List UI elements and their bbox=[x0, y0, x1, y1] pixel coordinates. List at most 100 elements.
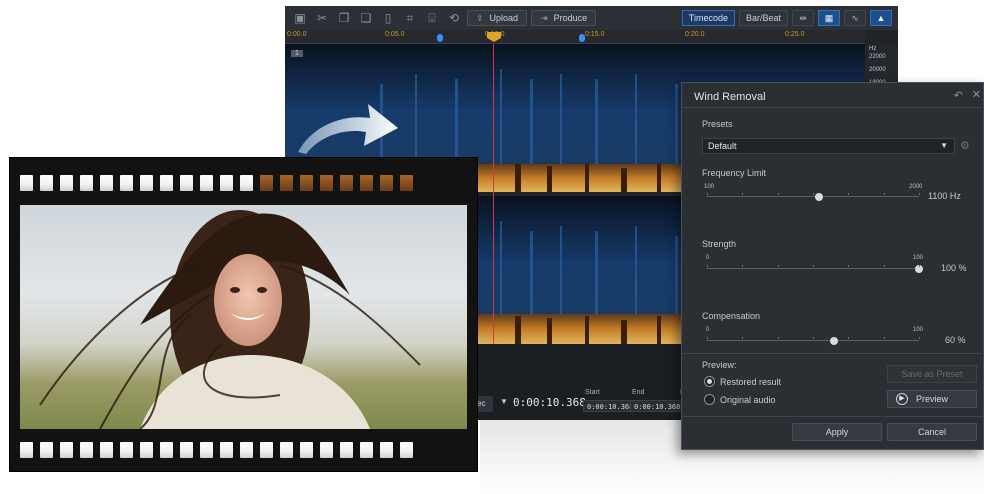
slider-tick bbox=[742, 193, 743, 195]
gear-icon[interactable]: ⚙ bbox=[960, 139, 970, 152]
cancel-button[interactable]: Cancel bbox=[887, 423, 977, 441]
slider-tick bbox=[778, 193, 779, 195]
tab-timecode[interactable]: Timecode bbox=[681, 10, 735, 26]
strength-label: Strength bbox=[702, 239, 737, 249]
presets-dropdown[interactable]: Default ▼ bbox=[702, 138, 955, 154]
library-icon[interactable]: ▣ bbox=[291, 10, 309, 26]
presets-label: Presets bbox=[702, 119, 733, 129]
time-ruler[interactable]: 0:00.0 0:05.0 0:10.0 0:15.0 0:20.0 0:25.… bbox=[285, 30, 865, 44]
slider-tick bbox=[848, 193, 849, 195]
slider-tick bbox=[742, 337, 743, 339]
crop-icon[interactable]: ⌗ bbox=[401, 10, 419, 26]
slider-tick bbox=[919, 265, 920, 267]
film-sprocket-row bbox=[20, 442, 470, 458]
grid-icon[interactable]: ▦ bbox=[818, 10, 840, 26]
upload-button[interactable]: ⇪ Upload bbox=[467, 10, 528, 26]
produce-icon: ⇥ bbox=[540, 13, 548, 23]
dialog-title: Wind Removal bbox=[694, 91, 766, 103]
photo-woman-windy-hair bbox=[20, 205, 467, 429]
frequency-limit-value: 1100 Hz bbox=[928, 191, 961, 201]
slider-tick bbox=[919, 337, 920, 339]
ruler-tick: 0:25.0 bbox=[785, 31, 805, 38]
save-as-preset-button[interactable]: Save as Preset bbox=[887, 365, 977, 383]
ruler-tick: 0:15.0 bbox=[585, 31, 605, 38]
slider-tick bbox=[884, 337, 885, 339]
end-label: End bbox=[632, 389, 645, 396]
upload-label: Upload bbox=[489, 13, 519, 23]
editor-toolbar: ▣ ✂ ❐ ❏ ▯ ⌗ ⍗ ⟲ ⇪ Upload ⇥ Produce Timecod… bbox=[285, 6, 898, 30]
slider-min-label: 0 bbox=[706, 327, 710, 333]
slider-tick bbox=[919, 193, 920, 195]
ruler-tick: 0:05.0 bbox=[385, 31, 405, 38]
tab-bar-beat[interactable]: Bar/Beat bbox=[738, 10, 788, 26]
film-strip bbox=[10, 158, 477, 471]
delete-icon[interactable]: ▯ bbox=[379, 10, 397, 26]
slider-tick bbox=[778, 265, 779, 267]
slider-max-label: 100 bbox=[913, 255, 924, 261]
restored-result-radio[interactable] bbox=[704, 376, 715, 387]
frequency-limit-slider[interactable] bbox=[707, 190, 920, 204]
apply-button[interactable]: Apply bbox=[792, 423, 882, 441]
restored-result-label[interactable]: Restored result bbox=[720, 377, 781, 387]
dialog-divider bbox=[682, 416, 984, 417]
marker-pin[interactable] bbox=[579, 34, 585, 42]
slider-tick bbox=[707, 337, 708, 339]
playhead-line[interactable] bbox=[493, 44, 494, 344]
slider-tick bbox=[884, 265, 885, 267]
marker-pin[interactable] bbox=[437, 34, 443, 42]
slider-thumb[interactable] bbox=[815, 193, 823, 201]
slider-thumb[interactable] bbox=[830, 337, 838, 345]
start-label: Start bbox=[585, 389, 600, 396]
slider-tick bbox=[884, 193, 885, 195]
film-sprocket-row bbox=[20, 175, 470, 191]
hz-unit: Hz bbox=[869, 46, 877, 52]
photo-image bbox=[39, 210, 421, 429]
slider-tick bbox=[813, 337, 814, 339]
slider-tick bbox=[848, 337, 849, 339]
slider-min-label: 0 bbox=[706, 255, 710, 261]
slider-tick bbox=[848, 265, 849, 267]
spectrum-icon[interactable]: ▲ bbox=[870, 10, 892, 26]
current-timecode: 0:00:10.368 bbox=[513, 396, 586, 409]
original-audio-radio[interactable] bbox=[704, 394, 715, 405]
mark-icon[interactable]: ⍗ bbox=[423, 10, 441, 26]
preview-button-label: Preview bbox=[915, 394, 948, 404]
curved-arrow-icon bbox=[298, 104, 398, 154]
produce-label: Produce bbox=[553, 13, 588, 23]
close-icon[interactable]: ✕ bbox=[972, 88, 981, 101]
paste-icon[interactable]: ❏ bbox=[357, 10, 375, 26]
slider-tick bbox=[813, 265, 814, 267]
playhead-handle[interactable] bbox=[487, 32, 501, 42]
play-icon: ▶ bbox=[896, 393, 908, 405]
original-audio-label[interactable]: Original audio bbox=[720, 395, 776, 405]
hz-label: 22000 bbox=[869, 54, 886, 60]
end-time-field[interactable]: 0:00:10.368 bbox=[630, 400, 685, 412]
dialog-divider bbox=[682, 107, 984, 108]
produce-button[interactable]: ⇥ Produce bbox=[531, 10, 597, 26]
copy-icon[interactable]: ❐ bbox=[335, 10, 353, 26]
preview-label: Preview: bbox=[702, 360, 737, 370]
slider-tick bbox=[742, 265, 743, 267]
dialog-divider bbox=[682, 353, 984, 354]
waveform-icon[interactable]: ∿ bbox=[844, 10, 866, 26]
slider-tick bbox=[778, 337, 779, 339]
strength-slider[interactable] bbox=[707, 262, 923, 276]
screenshot-stage: ▣ ✂ ❐ ❏ ▯ ⌗ ⍗ ⟲ ⇪ Upload ⇥ Produce Timecod… bbox=[0, 0, 984, 494]
chevron-down-icon[interactable]: ▼ bbox=[500, 397, 508, 406]
cut-icon[interactable]: ✂ bbox=[313, 10, 331, 26]
compensation-slider[interactable] bbox=[707, 334, 920, 348]
compensation-value: 60 % bbox=[945, 335, 966, 345]
preset-value: Default bbox=[708, 141, 737, 151]
compensation-label: Compensation bbox=[702, 311, 761, 321]
strength-value: 100 % bbox=[941, 263, 967, 273]
frequency-limit-label: Frequency Limit bbox=[702, 168, 767, 178]
slider-tick bbox=[707, 265, 708, 267]
ruler-tick: 0:20.0 bbox=[685, 31, 705, 38]
snap-icon[interactable]: ⇹ bbox=[792, 10, 814, 26]
slider-max-label: 100 bbox=[913, 327, 924, 333]
upload-icon: ⇪ bbox=[476, 13, 484, 23]
track-label: 1 bbox=[291, 50, 303, 57]
preview-button[interactable]: ▶ Preview bbox=[887, 390, 977, 408]
reset-icon[interactable]: ↶ bbox=[954, 89, 963, 102]
undo-icon[interactable]: ⟲ bbox=[445, 10, 463, 26]
